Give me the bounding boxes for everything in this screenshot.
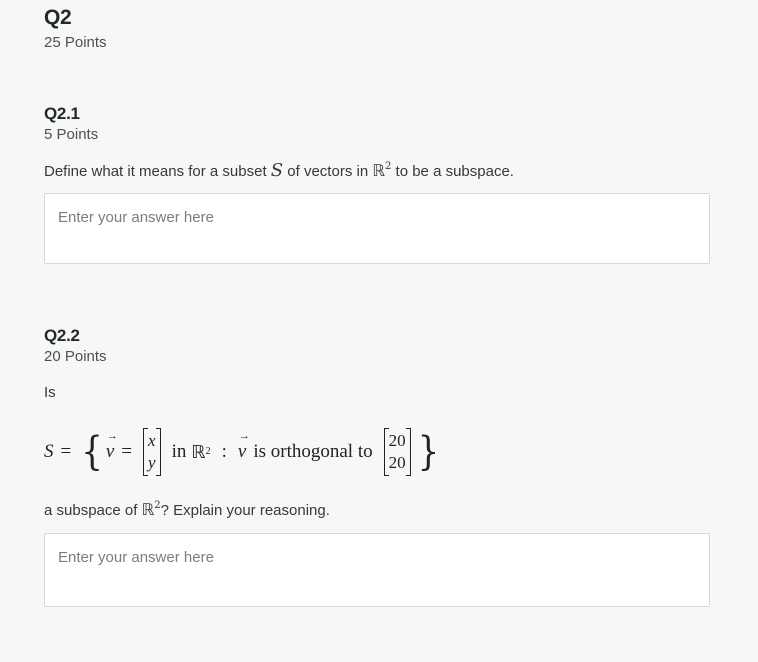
prompt-text: to be a subspace. bbox=[391, 163, 514, 180]
real-space-symbol: ℝ bbox=[372, 161, 385, 180]
q2-2-title: Q2.2 bbox=[44, 326, 80, 345]
matrix-entry: 20 bbox=[388, 453, 406, 472]
prompt-text: of vectors in bbox=[283, 163, 373, 180]
prompt-text: Define what it means for a subset bbox=[44, 163, 271, 180]
q2-points: 25 Points bbox=[44, 34, 107, 51]
real-space-symbol: ℝ bbox=[141, 500, 155, 519]
q2-2-points: 20 Points bbox=[44, 348, 107, 365]
open-brace: { bbox=[81, 429, 103, 475]
matrix-entry: 20 bbox=[388, 431, 406, 450]
set-symbol: S bbox=[44, 441, 54, 462]
q2-2-answer-input[interactable] bbox=[44, 533, 710, 607]
prompt-text: a subspace of bbox=[44, 502, 142, 519]
prompt-text: ? Explain your reasoning. bbox=[160, 502, 330, 519]
target-vector-matrix: 20 20 bbox=[383, 428, 411, 476]
matrix-entry: y bbox=[148, 453, 156, 472]
close-brace: } bbox=[417, 429, 440, 475]
q2-1-title: Q2.1 bbox=[44, 104, 80, 123]
colon: : bbox=[221, 441, 227, 462]
matrix-entry: x bbox=[148, 431, 156, 450]
vector-v-symbol: v bbox=[106, 430, 119, 463]
equals-sign: = bbox=[121, 441, 133, 462]
vector-xy-matrix: x y bbox=[143, 428, 161, 476]
equals-sign: = bbox=[60, 441, 72, 462]
vector-v-symbol: v bbox=[238, 430, 251, 463]
real-space-symbol: ℝ bbox=[191, 441, 206, 463]
q2-title: Q2 bbox=[44, 6, 72, 29]
q2-2-lead: Is bbox=[44, 384, 56, 401]
subset-symbol: S bbox=[270, 160, 284, 181]
q2-1-prompt: Define what it means for a subset S of v… bbox=[44, 160, 514, 181]
in-text: in bbox=[171, 441, 187, 462]
condition-text: is orthogonal to bbox=[253, 441, 373, 462]
q2-1-answer-input[interactable] bbox=[44, 193, 710, 264]
set-definition-equation: S = { v = x y in ℝ2 : v is orthogonal to… bbox=[44, 424, 442, 480]
q2-2-question: a subspace of ℝ2? Explain your reasoning… bbox=[44, 500, 330, 519]
q2-1-points: 5 Points bbox=[44, 126, 99, 143]
